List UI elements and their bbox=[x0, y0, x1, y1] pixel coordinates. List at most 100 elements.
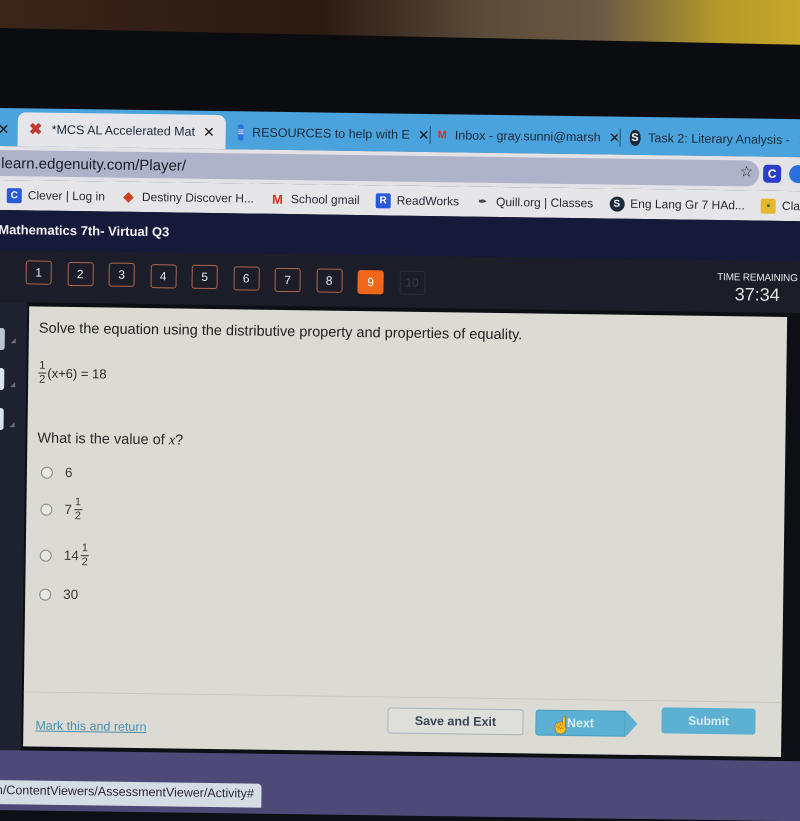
answer-choice[interactable]: 6 bbox=[40, 464, 73, 481]
numerator: 1 bbox=[81, 542, 89, 555]
bookmark-readworks[interactable]: R ReadWorks bbox=[375, 192, 460, 209]
question-button-6[interactable]: 6 bbox=[232, 266, 260, 291]
radio-button[interactable] bbox=[39, 549, 52, 562]
close-icon[interactable]: ✕ bbox=[203, 123, 215, 140]
question-button-10: 10 bbox=[398, 270, 426, 296]
rail-tool-2[interactable] bbox=[0, 367, 5, 391]
status-bar-url: m/ContentViewers/AssessmentViewer/Activi… bbox=[0, 779, 263, 808]
course-title: Mathematics 7th- Virtual Q3 bbox=[0, 221, 170, 240]
rail-expand-icon[interactable] bbox=[9, 422, 15, 428]
destiny-icon: ◆ bbox=[123, 188, 134, 204]
radio-button[interactable] bbox=[39, 588, 52, 601]
gmail-icon: M bbox=[437, 129, 447, 142]
denominator: 2 bbox=[81, 556, 88, 569]
readworks-icon: R bbox=[375, 192, 391, 208]
submit-button[interactable]: Submit bbox=[661, 707, 756, 735]
url-text: learn.edgenuity.com/Player/ bbox=[1, 154, 187, 175]
google-docs-icon: ≡ bbox=[237, 124, 245, 141]
time-remaining: TIME REMAINING 37:34 bbox=[717, 272, 798, 306]
bookmark-destiny[interactable]: ◆ Destiny Discover H... bbox=[121, 189, 254, 206]
bookmark-star-icon[interactable]: ☆ bbox=[740, 162, 754, 180]
denominator: 2 bbox=[74, 510, 81, 523]
rail-tool-3[interactable] bbox=[0, 407, 4, 431]
schoology-icon: S bbox=[609, 196, 625, 212]
question-ask: What is the value of x? bbox=[37, 431, 183, 450]
bookmark-quill[interactable]: ✒ Quill.org | Classes bbox=[475, 194, 593, 211]
rail-expand-icon[interactable] bbox=[10, 382, 16, 388]
fraction: 1 2 bbox=[80, 542, 89, 569]
bookmark-label: School gmail bbox=[290, 192, 360, 208]
fraction: 1 2 bbox=[38, 359, 47, 386]
question-button-8[interactable]: 8 bbox=[315, 268, 343, 293]
answer-choice[interactable]: 14 1 2 bbox=[39, 542, 90, 569]
extension-icon[interactable] bbox=[789, 165, 800, 184]
quill-icon: ✒ bbox=[478, 196, 487, 208]
choice-value: 30 bbox=[63, 586, 79, 603]
bookmark-clever[interactable]: C Clever | Log in bbox=[6, 187, 106, 204]
tab-schoology[interactable]: S Task 2: Literary Analysis - ✕ bbox=[629, 121, 800, 158]
close-icon[interactable]: ✕ bbox=[609, 129, 618, 146]
bookmark-eng-lang[interactable]: S Eng Lang Gr 7 HAd... bbox=[609, 196, 745, 213]
footer-divider bbox=[23, 691, 782, 703]
question-panel: Solve the equation using the distributiv… bbox=[23, 306, 788, 757]
bookmark-classroom[interactable]: ▪ Class bbox=[760, 198, 800, 214]
bookmark-label: Class bbox=[781, 198, 800, 214]
bookmark-label: ReadWorks bbox=[396, 193, 460, 209]
save-and-exit-button[interactable]: Save and Exit bbox=[387, 707, 524, 736]
gmail-icon: M bbox=[271, 191, 283, 207]
question-button-7[interactable]: 7 bbox=[274, 267, 301, 292]
schoology-icon: S bbox=[629, 129, 641, 146]
clever-extension-icon[interactable]: C bbox=[763, 164, 782, 183]
question-button-1[interactable]: 1 bbox=[25, 260, 52, 285]
timer-value: 37:34 bbox=[734, 284, 780, 305]
bookmark-label: Eng Lang Gr 7 HAd... bbox=[630, 196, 746, 213]
equation-rest: (x+6) = 18 bbox=[47, 365, 107, 382]
close-icon[interactable]: ✕ bbox=[0, 120, 10, 137]
ask-suffix: ? bbox=[175, 432, 184, 449]
equation: 1 2 (x+6) = 18 bbox=[38, 359, 107, 387]
browser-window: ✕ ✖ *MCS AL Accelerated Mat ✕ ≡ RESOURCE… bbox=[0, 108, 800, 821]
tab-label: *MCS AL Accelerated Mat bbox=[51, 122, 196, 139]
choice-whole: 7 bbox=[64, 501, 73, 518]
denominator: 2 bbox=[39, 373, 46, 386]
tab-label: Task 2: Literary Analysis - bbox=[648, 131, 790, 148]
choice-whole: 14 bbox=[63, 547, 79, 564]
tab-edgenuity[interactable]: ✖ *MCS AL Accelerated Mat ✕ bbox=[17, 112, 226, 150]
bookmark-label: Clever | Log in bbox=[27, 188, 106, 204]
radio-button[interactable] bbox=[40, 466, 54, 479]
choice-value: 6 bbox=[64, 464, 73, 481]
mark-and-return-link[interactable]: Mark this and return bbox=[35, 719, 146, 735]
question-navigation: 1 2 3 4 5 6 7 8 9 10 TIME REMAINING 37:34 bbox=[0, 249, 800, 314]
timer-label: TIME REMAINING bbox=[717, 272, 798, 285]
tab-label: Inbox - gray.sunni@marsh bbox=[454, 128, 601, 145]
question-prompt: Solve the equation using the distributiv… bbox=[38, 320, 523, 344]
answer-choice[interactable]: 30 bbox=[39, 586, 79, 603]
tab-label: RESOURCES to help with E bbox=[252, 125, 410, 142]
hand-cursor-icon: ☝ bbox=[551, 717, 572, 736]
numerator: 1 bbox=[39, 359, 46, 372]
question-button-3[interactable]: 3 bbox=[108, 262, 135, 288]
ask-prefix: What is the value of bbox=[37, 430, 169, 449]
clever-icon: C bbox=[6, 187, 22, 203]
numerator: 1 bbox=[74, 496, 82, 509]
bookmark-school-gmail[interactable]: M School gmail bbox=[270, 191, 360, 207]
rail-expand-icon[interactable] bbox=[10, 338, 16, 344]
edgenuity-x-icon: ✖ bbox=[28, 121, 43, 139]
next-button-arrow[interactable] bbox=[625, 710, 638, 737]
question-button-2[interactable]: 2 bbox=[67, 261, 94, 286]
answer-choice[interactable]: 7 1 2 bbox=[40, 496, 83, 523]
tab-previous-close[interactable]: ✕ bbox=[0, 112, 10, 146]
question-button-4[interactable]: 4 bbox=[150, 263, 177, 289]
tab-separator bbox=[619, 128, 621, 147]
tab-resources[interactable]: ≡ RESOURCES to help with E ✕ bbox=[237, 115, 428, 152]
close-icon[interactable]: ✕ bbox=[418, 126, 428, 143]
google-classroom-icon: ▪ bbox=[760, 198, 777, 214]
tab-gmail[interactable]: M Inbox - gray.sunni@marsh ✕ bbox=[437, 118, 618, 155]
radio-button[interactable] bbox=[40, 503, 53, 516]
question-button-5[interactable]: 5 bbox=[191, 265, 218, 290]
next-button[interactable]: Next bbox=[535, 709, 626, 737]
rail-tool-1[interactable] bbox=[0, 327, 5, 351]
tab-separator bbox=[429, 126, 431, 145]
bookmark-label: Quill.org | Classes bbox=[495, 194, 594, 211]
question-button-9[interactable]: 9 bbox=[357, 269, 384, 295]
